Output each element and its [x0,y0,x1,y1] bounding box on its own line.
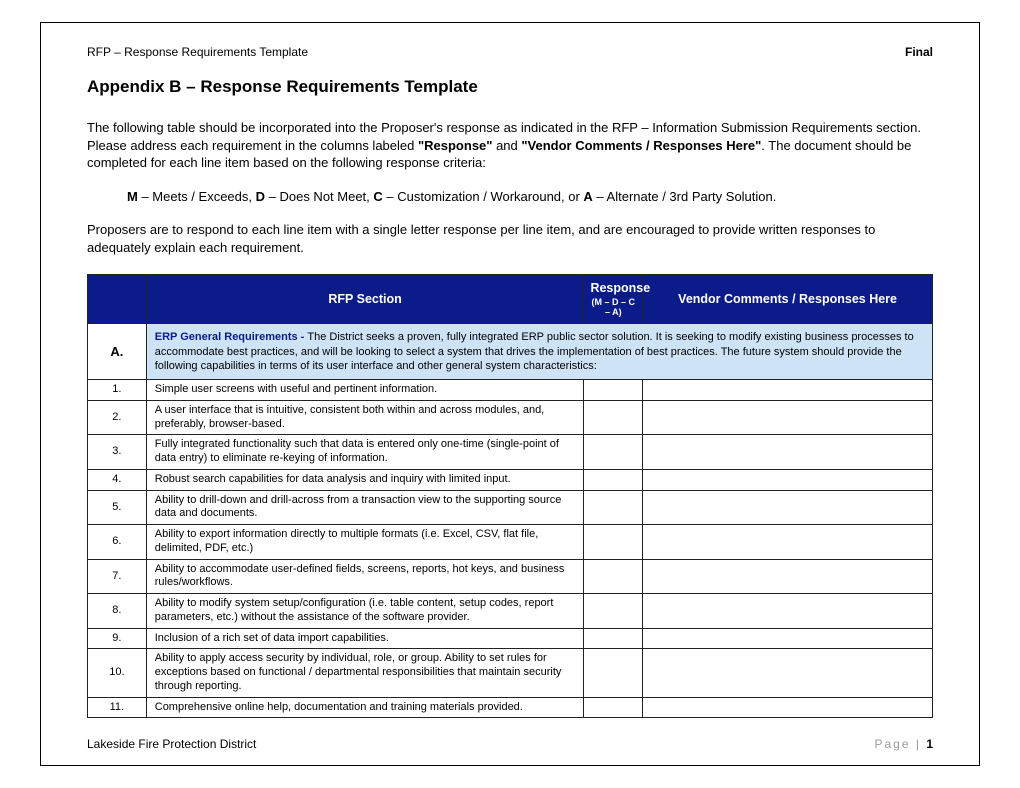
vendor-cell[interactable] [643,525,933,560]
item-text: A user interface that is intuitive, cons… [146,400,584,435]
response-cell[interactable] [584,594,643,629]
item-number: 1. [88,380,147,401]
header-left: RFP – Response Requirements Template [87,45,308,59]
vendor-cell[interactable] [643,594,933,629]
vendor-cell[interactable] [643,435,933,470]
item-number: 2. [88,400,147,435]
footer-left: Lakeside Fire Protection District [87,737,256,751]
intro-bold-response: "Response" [418,138,492,153]
response-cell[interactable] [584,525,643,560]
note-paragraph: Proposers are to respond to each line it… [87,221,933,256]
table-body: A. ERP General Requirements - The Distri… [88,324,933,718]
criteria-m-txt: – Meets / Exceeds, [138,189,256,204]
table-row: 2.A user interface that is intuitive, co… [88,400,933,435]
criteria-d: D [256,189,265,204]
item-text: Ability to accommodate user-defined fiel… [146,559,584,594]
response-cell[interactable] [584,697,643,718]
page-word: Page [874,737,910,751]
criteria-a-txt: – Alternate / 3rd Party Solution. [593,189,777,204]
item-text: Ability to modify system setup/configura… [146,594,584,629]
th-response-label: Response [590,281,650,295]
vendor-cell[interactable] [643,380,933,401]
th-response-sub: (M – D – C – A) [590,297,636,317]
table-row: 7.Ability to accommodate user-defined fi… [88,559,933,594]
th-vendor: Vendor Comments / Responses Here [643,275,933,324]
section-row: A. ERP General Requirements - The Distri… [88,324,933,380]
table-row: 1.Simple user screens with useful and pe… [88,380,933,401]
item-number: 6. [88,525,147,560]
page-container: RFP – Response Requirements Template Fin… [0,0,1020,788]
response-cell[interactable] [584,380,643,401]
item-number: 3. [88,435,147,470]
section-title: ERP General Requirements - [155,331,308,343]
header-right: Final [905,45,933,59]
item-text: Inclusion of a rich set of data import c… [146,628,584,649]
item-number: 4. [88,469,147,490]
item-number: 7. [88,559,147,594]
item-text: Ability to export information directly t… [146,525,584,560]
th-section: RFP Section [146,275,584,324]
intro-paragraph: The following table should be incorporat… [87,119,933,172]
table-row: 5.Ability to drill-down and drill-across… [88,490,933,525]
content-frame: RFP – Response Requirements Template Fin… [40,22,980,766]
vendor-cell[interactable] [643,697,933,718]
vendor-cell[interactable] [643,469,933,490]
intro-bold-vendor: "Vendor Comments / Responses Here" [521,138,761,153]
th-number [88,275,147,324]
criteria-c-txt: – Customization / Workaround, or [383,189,584,204]
criteria-c: C [373,189,382,204]
section-cell: ERP General Requirements - The District … [146,324,932,380]
vendor-cell[interactable] [643,559,933,594]
item-number: 5. [88,490,147,525]
item-text: Robust search capabilities for data anal… [146,469,584,490]
vendor-cell[interactable] [643,649,933,697]
intro-text-2: and [492,138,521,153]
item-number: 10. [88,649,147,697]
section-letter: A. [88,324,147,380]
running-footer: Lakeside Fire Protection District Page |… [87,737,933,751]
response-cell[interactable] [584,490,643,525]
vendor-cell[interactable] [643,628,933,649]
item-text: Fully integrated functionality such that… [146,435,584,470]
response-cell[interactable] [584,400,643,435]
response-cell[interactable] [584,469,643,490]
item-text: Comprehensive online help, documentation… [146,697,584,718]
item-number: 11. [88,697,147,718]
response-cell[interactable] [584,435,643,470]
criteria-line: M – Meets / Exceeds, D – Does Not Meet, … [127,188,933,206]
response-cell[interactable] [584,559,643,594]
item-text: Ability to apply access security by indi… [146,649,584,697]
vendor-cell[interactable] [643,400,933,435]
criteria-d-txt: – Does Not Meet, [265,189,373,204]
running-header: RFP – Response Requirements Template Fin… [87,45,933,59]
item-number: 9. [88,628,147,649]
item-number: 8. [88,594,147,629]
criteria-m: M [127,189,138,204]
table-row: 9.Inclusion of a rich set of data import… [88,628,933,649]
response-cell[interactable] [584,628,643,649]
footer-right: Page | 1 [874,737,933,751]
table-row: 10.Ability to apply access security by i… [88,649,933,697]
table-header: RFP Section Response (M – D – C – A) Ven… [88,275,933,324]
table-row: 3.Fully integrated functionality such th… [88,435,933,470]
table-row: 8.Ability to modify system setup/configu… [88,594,933,629]
th-response: Response (M – D – C – A) [584,275,643,324]
page-title: Appendix B – Response Requirements Templ… [87,77,933,97]
page-sep: | [911,737,927,751]
criteria-a: A [583,189,592,204]
requirements-table: RFP Section Response (M – D – C – A) Ven… [87,274,933,718]
item-text: Ability to drill-down and drill-across f… [146,490,584,525]
table-row: 4.Robust search capabilities for data an… [88,469,933,490]
table-row: 11.Comprehensive online help, documentat… [88,697,933,718]
response-cell[interactable] [584,649,643,697]
table-row: 6.Ability to export information directly… [88,525,933,560]
vendor-cell[interactable] [643,490,933,525]
page-number: 1 [926,737,933,751]
item-text: Simple user screens with useful and pert… [146,380,584,401]
